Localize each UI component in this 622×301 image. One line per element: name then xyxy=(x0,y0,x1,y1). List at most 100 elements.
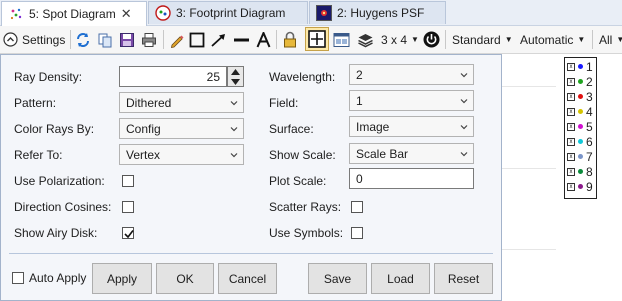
line-icon[interactable] xyxy=(233,29,250,50)
legend-dot xyxy=(578,184,583,189)
automatic-dropdown[interactable]: Automatic ▼ xyxy=(520,29,585,50)
legend-item: x5 xyxy=(567,119,593,134)
save-icon[interactable] xyxy=(119,29,135,50)
legend-item: x7 xyxy=(567,149,593,164)
checkmark-icon xyxy=(124,230,134,239)
color-rays-by-label: Color Rays By: xyxy=(14,122,95,136)
reset-button[interactable]: Reset xyxy=(434,263,493,294)
surface-dropdown[interactable]: Image xyxy=(349,116,474,137)
pattern-dropdown[interactable]: Dithered xyxy=(119,92,244,113)
plot-scale-value: 0 xyxy=(356,171,363,186)
refer-to-dropdown[interactable]: Vertex xyxy=(119,144,244,165)
plot-gridline xyxy=(502,249,556,250)
legend-dot xyxy=(578,79,583,84)
legend-checkbox-icon: x xyxy=(567,77,575,86)
show-scale-dropdown[interactable]: Scale Bar xyxy=(349,143,474,164)
layers-icon[interactable] xyxy=(357,29,374,50)
settings-panel: Ray Density: 25 Pattern: Dithered Color … xyxy=(0,54,502,301)
auto-apply-label: Auto Apply xyxy=(29,271,87,285)
arrow-icon[interactable] xyxy=(210,29,227,50)
huygens-psf-icon xyxy=(316,5,332,21)
plot-scale-label: Plot Scale: xyxy=(269,174,327,188)
refresh-icon[interactable] xyxy=(75,29,91,50)
window-tab-strip: 5: Spot Diagram ✕ 3: Footprint Diagram 2… xyxy=(0,0,622,26)
scatter-rays-checkbox[interactable] xyxy=(351,201,363,213)
all-dropdown[interactable]: All ▼ xyxy=(599,29,622,50)
toolbar-divider xyxy=(445,30,446,49)
plot-gridline xyxy=(502,168,556,169)
chevron-down-icon xyxy=(460,152,468,157)
legend-dot xyxy=(578,169,583,174)
tab-label: 3: Footprint Diagram xyxy=(176,6,286,20)
show-airy-disk-label: Show Airy Disk: xyxy=(14,226,98,240)
legend-item: x3 xyxy=(567,89,593,104)
color-rays-by-dropdown[interactable]: Config xyxy=(119,118,244,139)
toolbar-divider xyxy=(592,30,593,49)
legend-item: x4 xyxy=(567,104,593,119)
legend-checkbox-icon: x xyxy=(567,122,575,131)
chevron-down-icon xyxy=(460,99,468,104)
automatic-value: Automatic xyxy=(520,32,574,47)
panel-divider xyxy=(9,253,493,254)
close-tab-icon[interactable]: ✕ xyxy=(121,6,132,22)
fit-zoom-button[interactable] xyxy=(305,27,329,51)
save-button[interactable]: Save xyxy=(308,263,367,294)
use-symbols-checkbox[interactable] xyxy=(351,227,363,239)
plot-gridline xyxy=(502,86,556,87)
ray-density-spinner[interactable] xyxy=(227,66,244,87)
tab-label: 5: Spot Diagram xyxy=(29,7,116,21)
legend-checkbox-icon: x xyxy=(567,62,575,71)
legend-checkbox-icon: x xyxy=(567,107,575,116)
legend-checkbox-icon: x xyxy=(567,152,575,161)
settings-toggle-button[interactable]: Settings xyxy=(3,29,65,50)
legend-label: 2 xyxy=(586,74,593,89)
standard-dropdown[interactable]: Standard ▼ xyxy=(452,29,513,50)
ray-density-input[interactable]: 25 xyxy=(119,66,227,87)
wavelength-dropdown[interactable]: 2 xyxy=(349,64,474,85)
plot-scale-input[interactable]: 0 xyxy=(349,168,474,189)
legend-dot xyxy=(578,154,583,159)
window-layout-icon[interactable] xyxy=(333,29,350,50)
field-label: Field: xyxy=(269,96,299,110)
load-button[interactable]: Load xyxy=(371,263,430,294)
cancel-button[interactable]: Cancel xyxy=(218,263,277,294)
wavelength-label: Wavelength: xyxy=(269,70,336,84)
tab-label: 2: Huygens PSF xyxy=(337,6,425,20)
tab-huygens-psf[interactable]: 2: Huygens PSF xyxy=(309,1,446,24)
print-icon[interactable] xyxy=(141,29,157,50)
power-icon[interactable] xyxy=(423,29,440,50)
settings-label: Settings xyxy=(22,32,66,47)
legend-checkbox-icon: x xyxy=(567,182,575,191)
chevron-down-icon xyxy=(230,153,238,158)
legend-checkbox-icon: x xyxy=(567,92,575,101)
layout-dropdown[interactable]: 3 x 4 ▼ xyxy=(381,29,419,50)
spot-diagram-icon xyxy=(8,6,24,22)
pencil-icon[interactable] xyxy=(169,29,185,50)
tab-spot-diagram[interactable]: 5: Spot Diagram ✕ xyxy=(1,1,147,26)
refer-to-value: Vertex xyxy=(126,147,161,162)
pattern-label: Pattern: xyxy=(14,96,57,110)
surface-label: Surface: xyxy=(269,122,314,136)
use-symbols-label: Use Symbols: xyxy=(269,226,344,240)
refer-to-label: Refer To: xyxy=(14,148,63,162)
apply-button[interactable]: Apply xyxy=(92,263,152,294)
ok-button[interactable]: OK xyxy=(156,263,214,294)
direction-cosines-checkbox[interactable] xyxy=(122,201,134,213)
field-dropdown[interactable]: 1 xyxy=(349,90,474,111)
tab-footprint-diagram[interactable]: 3: Footprint Diagram xyxy=(148,1,308,24)
show-scale-label: Show Scale: xyxy=(269,148,336,162)
rectangle-icon[interactable] xyxy=(189,29,205,50)
use-polarization-checkbox[interactable] xyxy=(122,175,134,187)
show-airy-disk-checkbox[interactable] xyxy=(122,227,134,239)
legend-label: 4 xyxy=(586,104,593,119)
lock-icon[interactable] xyxy=(283,29,297,50)
show-scale-value: Scale Bar xyxy=(356,146,409,161)
legend-dot xyxy=(578,94,583,99)
spin-up-icon[interactable] xyxy=(228,67,243,76)
toolbar: Settings 3 x 4 ▼ Standard ▼ Automatic ▼ … xyxy=(0,26,622,54)
spin-down-icon[interactable] xyxy=(228,77,243,86)
legend-item: x8 xyxy=(567,164,593,179)
copy-icon[interactable] xyxy=(97,29,113,50)
auto-apply-checkbox[interactable] xyxy=(12,272,24,284)
text-tool-icon[interactable] xyxy=(256,29,271,50)
